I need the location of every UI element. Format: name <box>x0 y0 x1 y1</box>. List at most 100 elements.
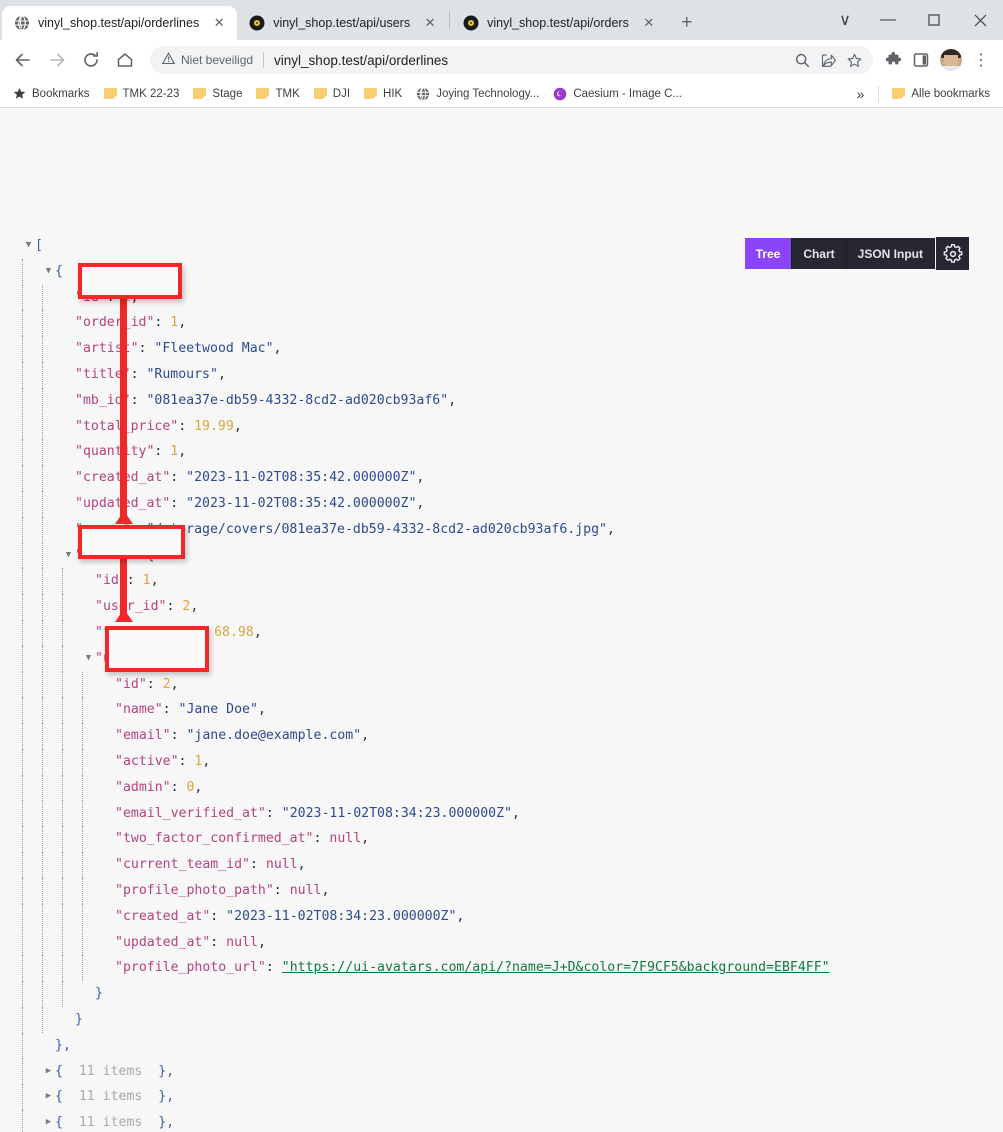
chevron-down-icon[interactable]: ▼ <box>42 259 55 285</box>
tree-guideline <box>22 1084 42 1111</box>
search-icon[interactable] <box>789 47 815 73</box>
json-colon: : <box>249 857 266 873</box>
json-tree-row[interactable]: } <box>0 981 1003 1007</box>
json-value: "081ea37e-db59-4332-8cd2-ad020cb93af6" <box>146 392 449 408</box>
bookmark-caesium-image-compressor[interactable]: Caesium - Image C... <box>546 85 689 103</box>
browser-tab-users[interactable]: vinyl_shop.test/api/users ✕ <box>237 6 448 40</box>
json-tree-row[interactable]: "current_team_id": null, <box>0 852 1003 878</box>
bookmark-stage[interactable]: Stage <box>186 86 249 102</box>
share-icon[interactable] <box>815 47 841 73</box>
json-tree-row[interactable]: "profile_photo_url": "https://ui-avatars… <box>0 955 1003 982</box>
json-tree-row[interactable]: "artist": "Fleetwood Mac", <box>0 336 1003 362</box>
security-status[interactable]: Niet beveiligd <box>161 52 253 68</box>
json-tree-row[interactable]: }, <box>0 1032 1003 1059</box>
json-tree-row[interactable]: ▶{ 11 items }, <box>0 1110 1003 1132</box>
json-colon: : <box>138 341 155 357</box>
star-icon <box>13 87 26 100</box>
mode-tab-tree[interactable]: Tree <box>744 238 793 269</box>
url-text[interactable]: vinyl_shop.test/api/orderlines <box>274 53 789 68</box>
tab-close-button[interactable]: ✕ <box>211 15 227 31</box>
side-panel-icon[interactable] <box>907 45 935 75</box>
chevron-right-icon[interactable]: ▶ <box>42 1110 55 1132</box>
json-tree-row[interactable]: "mb_id": "081ea37e-db59-4332-8cd2-ad020c… <box>0 387 1003 414</box>
mode-tab-json-input[interactable]: JSON Input <box>846 238 935 269</box>
bookmark-hik[interactable]: HIK <box>357 86 409 102</box>
forward-button[interactable] <box>42 45 72 75</box>
chevron-down-icon[interactable]: ▼ <box>22 233 35 259</box>
chevron-down-icon[interactable]: ▼ <box>82 646 95 672</box>
json-tree-row[interactable]: "updated_at": "2023-11-02T08:35:42.00000… <box>0 490 1003 517</box>
json-tree-row[interactable]: "quantity": 1, <box>0 439 1003 466</box>
collapsed-item-count: 11 items <box>78 1115 143 1131</box>
json-tree-row[interactable]: "user_id": 2, <box>0 594 1003 620</box>
json-tree-row[interactable]: "updated_at": null, <box>0 929 1003 956</box>
json-tree-row[interactable]: "id": 1, <box>0 568 1003 595</box>
bookmark-joying-technology[interactable]: Joying Technology... <box>409 85 546 103</box>
reload-button[interactable] <box>76 45 106 75</box>
json-tree-row[interactable]: "two_factor_confirmed_at": null, <box>0 826 1003 853</box>
address-bar[interactable]: Niet beveiligd vinyl_shop.test/api/order… <box>150 46 873 74</box>
json-tree-row[interactable]: "profile_photo_path": null, <box>0 877 1003 904</box>
tab-close-button[interactable]: ✕ <box>422 15 438 31</box>
maximize-button[interactable] <box>911 0 957 40</box>
mode-tab-chart[interactable]: Chart <box>792 238 847 269</box>
json-tree[interactable]: ▼[▼{"id": 1,"order_id": 1,"artist": "Fle… <box>0 233 1003 1132</box>
minimize-button[interactable]: — <box>865 0 911 40</box>
tree-guideline <box>22 516 42 543</box>
json-tree-row[interactable]: ▶{ 11 items }, <box>0 1058 1003 1085</box>
json-value: "/storage/covers/081ea37e-db59-4332-8cd2… <box>146 521 607 537</box>
bookmark-tmk-22-23[interactable]: TMK 22-23 <box>97 86 187 102</box>
tree-guideline <box>62 852 82 878</box>
bookmark-bookmarks-root[interactable]: Bookmarks <box>6 85 97 102</box>
json-value: 1 <box>170 444 179 460</box>
new-tab-button[interactable]: + <box>673 9 701 37</box>
tree-guideline <box>22 852 42 878</box>
extensions-puzzle-icon[interactable] <box>879 45 907 75</box>
json-tree-row[interactable]: "admin": 0, <box>0 774 1003 801</box>
close-window-button[interactable] <box>957 0 1003 40</box>
bookmark-dji[interactable]: DJI <box>307 86 357 102</box>
json-tree-row[interactable]: "email_verified_at": "2023-11-02T08:34:2… <box>0 800 1003 827</box>
json-key: "admin" <box>115 779 171 795</box>
json-value-link[interactable]: "https://ui-avatars.com/api/?name=J+D&co… <box>282 955 830 981</box>
bookmark-tmk[interactable]: TMK <box>249 86 306 102</box>
bookmark-star-icon[interactable] <box>841 47 867 73</box>
browser-menu-button[interactable]: ⋮ <box>967 45 995 75</box>
profile-avatar[interactable] <box>940 49 962 71</box>
json-brace: }, <box>55 1037 71 1053</box>
tab-close-button[interactable]: ✕ <box>641 15 657 31</box>
json-tree-row[interactable]: "title": "Rumours", <box>0 361 1003 388</box>
browser-tab-orders[interactable]: vinyl_shop.test/api/orders ✕ <box>451 6 667 40</box>
tree-guideline <box>22 671 42 698</box>
bookmarks-overflow-button[interactable]: » <box>849 84 873 104</box>
json-tree-row[interactable]: "created_at": "2023-11-02T08:34:23.00000… <box>0 903 1003 930</box>
json-key: "email_verified_at" <box>115 805 266 821</box>
home-button[interactable] <box>110 45 140 75</box>
json-tree-row[interactable]: "order_id": 1, <box>0 310 1003 337</box>
chevron-right-icon[interactable]: ▶ <box>42 1059 55 1085</box>
tab-search-chevron-icon[interactable]: ∨ <box>825 0 865 40</box>
page-content: ▼[▼{"id": 1,"order_id": 1,"artist": "Fle… <box>0 108 1003 1132</box>
json-colon: : <box>178 418 195 434</box>
json-tree-row[interactable]: "total_price": 19.99, <box>0 413 1003 440</box>
json-tree-row[interactable]: "created_at": "2023-11-02T08:35:42.00000… <box>0 465 1003 491</box>
json-tree-row[interactable]: "id": 2, <box>0 671 1003 698</box>
json-value: 68.98 <box>214 624 254 640</box>
tree-guideline <box>22 336 42 362</box>
json-tree-row[interactable]: "active": 1, <box>0 748 1003 775</box>
gear-icon[interactable] <box>936 237 969 270</box>
json-tree-row[interactable]: "name": "Jane Doe", <box>0 697 1003 724</box>
back-button[interactable] <box>8 45 38 75</box>
json-tree-row[interactable]: } <box>0 1006 1003 1033</box>
chevron-down-icon[interactable]: ▼ <box>62 543 75 569</box>
bookmark-all-bookmarks[interactable]: Alle bookmarks <box>885 86 997 102</box>
json-tree-row[interactable]: "email": "jane.doe@example.com", <box>0 723 1003 749</box>
json-comma: , <box>202 753 211 769</box>
chevron-right-icon[interactable]: ▶ <box>42 1084 55 1110</box>
browser-tab-orderlines[interactable]: vinyl_shop.test/api/orderlines ✕ <box>2 6 238 40</box>
json-tree-row[interactable]: ▶{ 11 items }, <box>0 1084 1003 1111</box>
tab-strip: vinyl_shop.test/api/orderlines ✕ vinyl_s… <box>0 0 1003 40</box>
